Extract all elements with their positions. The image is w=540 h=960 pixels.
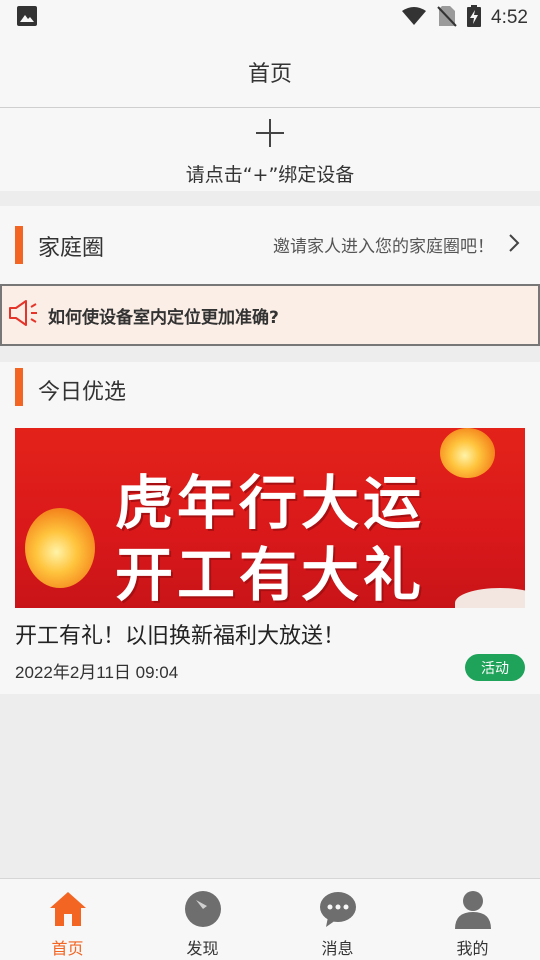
chevron-right-icon [508,233,520,257]
family-invite-link[interactable]: 邀请家人进入您的家庭圈吧！ [273,232,520,257]
speaker-icon [8,298,40,332]
image-icon [16,5,38,31]
bind-device-button[interactable]: 请点击“+”绑定设备 [0,108,540,191]
section-accent-bar [15,226,23,264]
tab-messages[interactable]: 消息 [270,879,405,960]
no-sim-icon [437,5,457,31]
home-icon [48,889,88,929]
compass-icon [183,889,223,929]
tab-me[interactable]: 我的 [405,879,540,960]
article-title[interactable]: 开工有礼！以旧换新福利大放送！ [15,618,345,650]
battery-charging-icon [467,5,482,31]
family-circle-row[interactable]: 家庭圈 邀请家人进入您的家庭圈吧！ [0,206,540,284]
tab-label: 消息 [321,939,354,958]
bottom-tab-bar: 首页 发现 消息 我的 [0,878,540,960]
banner-line: 开工有大礼 [114,541,425,608]
invite-text: 邀请家人进入您的家庭圈吧！ [273,237,494,257]
tab-label: 我的 [456,939,489,958]
user-icon [453,889,493,929]
wifi-icon [401,6,427,30]
today-picks-section: 今日优选 虎年行大运 开工有大礼 开工有礼！以旧换新福利大放送！ 2022年2月… [0,362,540,694]
bind-device-label: 请点击“+”绑定设备 [185,164,355,186]
header: 首页 [0,36,540,108]
status-time: 4:52 [491,7,528,28]
section-accent-bar [15,368,23,406]
chat-icon [318,889,358,929]
article-tag: 活动 [465,654,525,681]
tab-discover[interactable]: 发现 [135,879,270,960]
notice-text: 如何使设备室内定位更加准确? [48,307,279,328]
page-title: 首页 [247,61,292,87]
tab-label: 发现 [186,939,219,958]
today-picks-title: 今日优选 [38,380,127,405]
promo-banner[interactable]: 虎年行大运 开工有大礼 [15,428,525,608]
family-circle-title: 家庭圈 [38,236,105,261]
notice-banner[interactable]: 如何使设备室内定位更加准确? [0,284,540,346]
tab-label: 首页 [51,939,84,958]
article-date: 2022年2月11日 09:04 [15,663,179,682]
status-bar: 4:52 [0,0,540,36]
plus-icon[interactable] [253,116,287,150]
tab-home[interactable]: 首页 [0,879,135,960]
